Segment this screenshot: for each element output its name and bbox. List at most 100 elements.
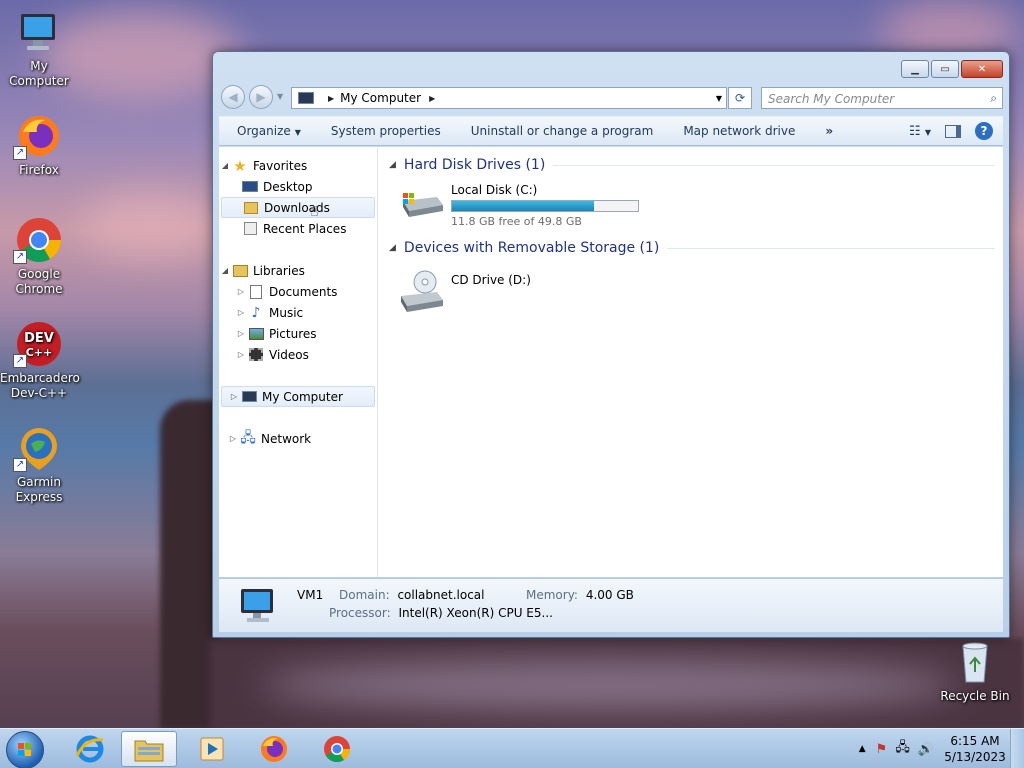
close-button[interactable]: ✕ [961,60,1003,78]
collapse-arrow-icon[interactable]: ◢ [389,160,396,170]
libraries-icon [231,263,249,279]
chevron-down-icon: ▼ [294,128,301,137]
maximize-icon: ▭ [940,63,950,75]
drive-name: CD Drive (D:) [451,273,531,287]
desktop-icon-firefox[interactable]: ↗ Firefox [0,112,78,178]
recent-pages-dropdown[interactable]: ▼ [277,92,283,101]
internet-explorer-icon [75,735,104,763]
downloads-folder-icon [242,200,260,216]
expand-arrow-icon[interactable]: ▷ [227,434,239,443]
action-center-flag-icon[interactable]: ⚑ [876,742,888,757]
memory-value: 4.00 GB [585,588,634,602]
map-network-drive-button[interactable]: Map network drive [668,124,810,138]
collapse-arrow-icon[interactable]: ◢ [219,161,231,170]
refresh-icon: ⟳ [734,91,746,105]
search-placeholder: Search My Computer [768,92,895,106]
expand-arrow-icon[interactable]: ▷ [228,392,240,401]
group-header-removable[interactable]: ◢ Devices with Removable Storage (1) [389,238,995,258]
nav-recent-places[interactable]: Recent Places [219,218,377,239]
desktop-icon-my-computer[interactable]: My Computer [0,8,78,89]
media-player-icon [200,737,224,761]
expand-arrow-icon[interactable]: ▷ [235,350,247,359]
command-bar: Organize ▼ System properties Uninstall or… [219,116,1003,146]
desktop-icon-devcpp[interactable]: DEV C++ ↗ Embarcadero Dev-C++ [0,320,80,401]
shortcut-arrow-icon: ↗ [13,250,27,264]
nav-label: Documents [269,284,338,299]
breadcrumb-arrow-icon[interactable]: ▶ [328,94,334,103]
music-icon: ♪ [251,304,261,321]
refresh-button[interactable]: ⟳ [728,87,752,109]
taskbar-internet-explorer[interactable] [62,731,118,767]
search-icon[interactable]: ⌕ [990,91,997,106]
explorer-window: ▁ ▭ ✕ ◀ ▶ ▼ ▶ My Computer ▶ ▼ ⟳ Search M… [212,51,1010,638]
help-icon[interactable]: ? [975,122,993,140]
nav-network[interactable]: ▷ 🖧 Network [219,428,377,449]
breadcrumb-my-computer[interactable]: My Computer [340,91,421,105]
drive-usage-bar [451,200,639,212]
collapse-arrow-icon[interactable]: ◢ [389,243,396,253]
computer-name: VM1 [297,588,324,602]
desktop-icon-label: Embarcadero Dev-C++ [0,371,80,400]
nav-label: My Computer [262,389,343,404]
domain-value: collabnet.local [397,588,485,602]
svg-text:DEV: DEV [24,331,54,346]
search-input[interactable]: Search My Computer ⌕ [761,87,1003,109]
volume-icon[interactable]: 🔊 [918,742,934,757]
nav-pictures[interactable]: ▷ Pictures [219,323,377,344]
memory-label: Memory: [526,588,578,602]
details-pane: VM1 Domain: collabnet.local Memory: 4.00… [219,578,1003,632]
desktop-icon-label: Google Chrome [15,267,63,296]
show-hidden-icons-button[interactable]: ▲ [859,744,866,754]
desktop-icon-chrome[interactable]: ↗ Google Chrome [0,216,78,297]
organize-label: Organize [237,124,291,138]
uninstall-program-button[interactable]: Uninstall or change a program [456,124,669,138]
address-bar[interactable]: ▶ My Computer ▶ ▼ [291,87,727,109]
nav-videos[interactable]: ▷ Videos [219,344,377,365]
start-button[interactable] [6,731,44,768]
expand-arrow-icon[interactable]: ▷ [235,308,247,317]
minimize-button[interactable]: ▁ [901,60,929,78]
taskbar-chrome[interactable] [309,731,365,767]
change-view-button[interactable]: ☷ ▼ [909,124,931,139]
taskbar-windows-explorer[interactable] [121,731,177,767]
nav-libraries[interactable]: ◢ Libraries [219,260,377,281]
nav-favorites[interactable]: ◢ ★ Favorites [219,155,377,176]
domain-row: Domain: collabnet.local [339,588,484,602]
documents-icon [247,284,265,300]
address-dropdown-icon[interactable]: ▼ [716,94,722,103]
nav-downloads[interactable]: Downloads ☝ [221,197,375,220]
nav-desktop[interactable]: Desktop [219,176,377,197]
breadcrumb-arrow-icon[interactable]: ▶ [429,94,435,103]
forward-button[interactable]: ▶ [249,85,273,109]
drive-item-d[interactable]: CD Drive (D:) [397,270,531,312]
drive-item-c[interactable]: Local Disk (C:) 11.8 GB free of 49.8 GB [397,183,639,228]
drive-free-space: 11.8 GB free of 49.8 GB [451,215,582,228]
taskbar-media-player[interactable] [184,731,240,767]
garmin-icon: ↗ [13,424,63,472]
more-commands-button[interactable]: » [810,124,848,138]
system-properties-button[interactable]: System properties [316,124,456,138]
nav-music[interactable]: ▷ ♪ Music [219,302,377,323]
collapse-arrow-icon[interactable]: ◢ [219,266,231,275]
network-tray-icon[interactable]: 🖧 [895,738,910,760]
wallpaper-mist [260,660,960,710]
desktop-icon-garmin[interactable]: ↗ Garmin Express [0,424,78,505]
desktop-icon [241,179,259,195]
cd-drive-icon [397,270,445,312]
taskbar-firefox[interactable] [246,731,302,767]
clock[interactable]: 6:15 AM 5/13/2023 [940,733,1010,765]
expand-arrow-icon[interactable]: ▷ [235,287,247,296]
nav-my-computer[interactable]: ▷ My Computer [221,386,375,407]
preview-pane-button[interactable] [945,124,961,138]
nav-documents[interactable]: ▷ Documents [219,281,377,302]
expand-arrow-icon[interactable]: ▷ [235,329,247,338]
organize-menu[interactable]: Organize ▼ [219,124,316,138]
back-button[interactable]: ◀ [221,85,245,109]
navigation-bar: ◀ ▶ ▼ ▶ My Computer ▶ ▼ ⟳ Search My Comp… [221,84,1003,110]
group-header-hdd[interactable]: ◢ Hard Disk Drives (1) [389,155,995,175]
maximize-button[interactable]: ▭ [931,60,959,78]
show-desktop-button[interactable] [1010,729,1024,768]
desktop-icon-recycle-bin[interactable]: Recycle Bin [936,638,1014,704]
